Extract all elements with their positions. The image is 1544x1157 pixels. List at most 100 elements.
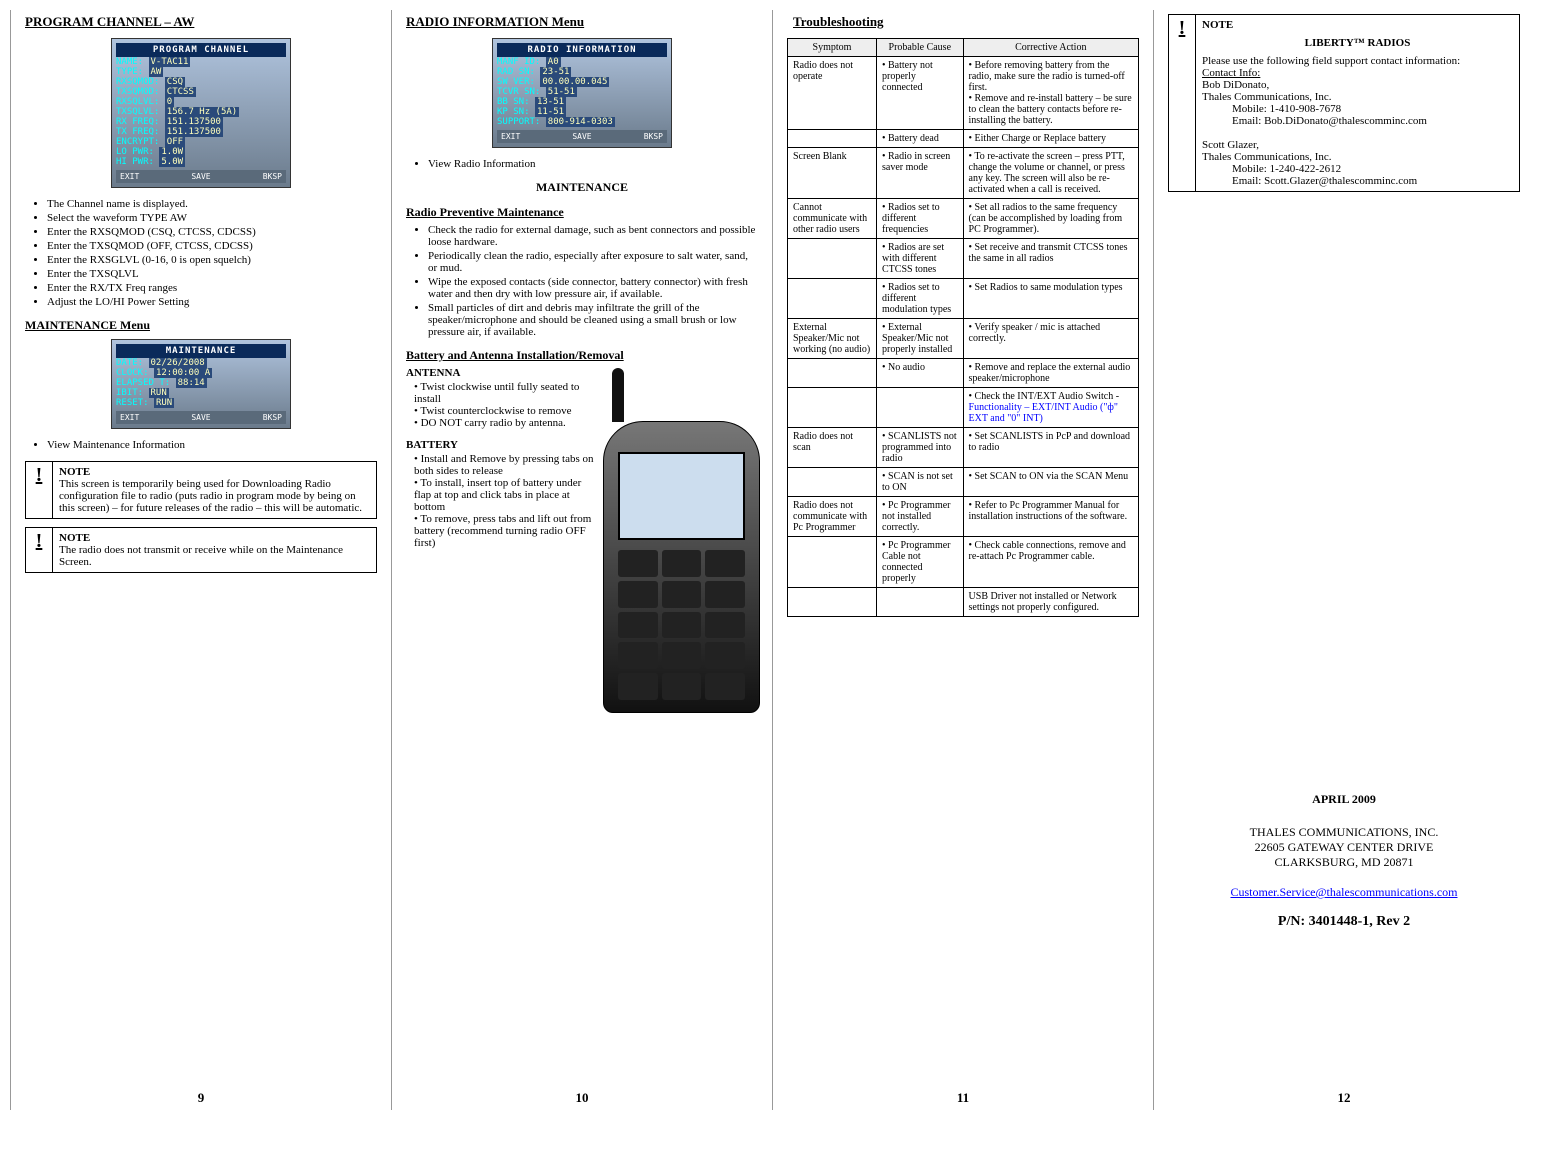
contact-info-label: Contact Info: bbox=[1202, 67, 1513, 79]
list-item: Install and Remove by pressing tabs on b… bbox=[414, 453, 595, 477]
page-9: PROGRAM CHANNEL – AW PROGRAM CHANNEL NAM… bbox=[10, 10, 391, 1110]
softkey-bksp: BKSP bbox=[263, 172, 282, 181]
date: APRIL 2009 bbox=[1168, 792, 1520, 807]
part-number: P/N: 3401448-1, Rev 2 bbox=[1168, 914, 1520, 930]
list-item: DO NOT carry radio by antenna. bbox=[414, 417, 595, 429]
list-item: View Maintenance Information bbox=[47, 439, 377, 451]
list-item: Check the radio for external damage, suc… bbox=[428, 224, 758, 248]
th-action: Corrective Action bbox=[963, 39, 1138, 57]
list-item: Enter the RXSGLVL (0-16, 0 is open squel… bbox=[47, 254, 377, 266]
contact-org: Thales Communications, Inc. bbox=[1202, 151, 1513, 163]
softkey-exit: EXIT bbox=[120, 172, 139, 181]
exclaim-icon: ! bbox=[26, 528, 53, 572]
troubleshooting-table: Symptom Probable Cause Corrective Action… bbox=[787, 38, 1139, 617]
page-number: 12 bbox=[1154, 1090, 1534, 1106]
table-row: Radio does not scan• SCANLISTS not progr… bbox=[788, 428, 1139, 468]
list-item: Wipe the exposed contacts (side connecto… bbox=[428, 276, 758, 300]
table-row: Radio does not operate• Battery not prop… bbox=[788, 57, 1139, 130]
softkey-bksp: BKSP bbox=[644, 132, 663, 141]
maintenance-heading: MAINTENANCE bbox=[406, 180, 758, 195]
handheld-radio-image bbox=[603, 421, 760, 713]
contact-org: Thales Communications, Inc. bbox=[1202, 91, 1513, 103]
table-row: Radio does not communicate with Pc Progr… bbox=[788, 497, 1139, 537]
customer-service-email[interactable]: Customer.Service@thalescommunications.co… bbox=[1230, 885, 1457, 899]
table-row: • Radios are set with different CTCSS to… bbox=[788, 239, 1139, 279]
table-row: External Speaker/Mic not working (no aud… bbox=[788, 319, 1139, 359]
company-name: THALES COMMUNICATIONS, INC. bbox=[1168, 825, 1520, 840]
note-box-2: ! NOTE The radio does not transmit or re… bbox=[25, 527, 377, 573]
page-number: 11 bbox=[773, 1090, 1153, 1106]
screen-title: PROGRAM CHANNEL bbox=[116, 43, 286, 57]
company-addr1: 22605 GATEWAY CENTER DRIVE bbox=[1168, 840, 1520, 855]
page-12: ! NOTE LIBERTY™ RADIOS Please use the fo… bbox=[1153, 10, 1534, 1110]
list-item: Adjust the LO/HI Power Setting bbox=[47, 296, 377, 308]
softkey-bksp: BKSP bbox=[263, 413, 282, 422]
contact-mobile: Mobile: 1-240-422-2612 bbox=[1232, 163, 1513, 175]
antenna-list: Twist clockwise until fully seated to in… bbox=[414, 381, 595, 429]
table-row: USB Driver not installed or Network sett… bbox=[788, 588, 1139, 617]
table-row: • SCAN is not set to ON• Set SCAN to ON … bbox=[788, 468, 1139, 497]
radio-info-screen: RADIO INFORMATION MANF ID: A0RAD SN: 23-… bbox=[492, 38, 672, 148]
note-body: The radio does not transmit or receive w… bbox=[59, 544, 343, 568]
table-row: • Battery dead• Either Charge or Replace… bbox=[788, 130, 1139, 148]
note-title: NOTE bbox=[59, 466, 90, 478]
page-10: RADIO INFORMATION Menu RADIO INFORMATION… bbox=[391, 10, 772, 1110]
troubleshooting-title: Troubleshooting bbox=[793, 14, 1139, 30]
note-box-1: ! NOTE This screen is temporarily being … bbox=[25, 461, 377, 519]
contact-name: Scott Glazer, bbox=[1202, 139, 1513, 151]
list-item: View Radio Information bbox=[428, 158, 758, 170]
exclaim-icon: ! bbox=[1169, 15, 1196, 191]
battery-title: BATTERY bbox=[406, 439, 595, 451]
note-body: This screen is temporarily being used fo… bbox=[59, 478, 362, 514]
list-item: To remove, press tabs and lift out from … bbox=[414, 513, 595, 549]
screen-title: RADIO INFORMATION bbox=[497, 43, 667, 57]
table-row: • Pc Programmer Cable not connected prop… bbox=[788, 537, 1139, 588]
radio-info-steps: View Radio Information bbox=[428, 158, 758, 170]
note-title: NOTE bbox=[1202, 19, 1513, 31]
contact-name: Bob DiDonato, bbox=[1202, 79, 1513, 91]
softkey-exit: EXIT bbox=[120, 413, 139, 422]
preventive-list: Check the radio for external damage, suc… bbox=[428, 224, 758, 338]
program-channel-title: PROGRAM CHANNEL – AW bbox=[25, 14, 377, 30]
list-item: To install, insert top of battery under … bbox=[414, 477, 595, 513]
list-item: The Channel name is displayed. bbox=[47, 198, 377, 210]
page-11: Troubleshooting Symptom Probable Cause C… bbox=[772, 10, 1153, 1110]
table-row: • No audio• Remove and replace the exter… bbox=[788, 359, 1139, 388]
softkey-save: SAVE bbox=[191, 172, 210, 181]
maintenance-screen: MAINTENANCE DATE: 02/26/2008CLOCK: 12:00… bbox=[111, 339, 291, 429]
softkey-exit: EXIT bbox=[501, 132, 520, 141]
program-channel-steps: The Channel name is displayed. Select the… bbox=[47, 198, 377, 308]
table-row: • Radios set to different modulation typ… bbox=[788, 279, 1139, 319]
exclaim-icon: ! bbox=[26, 462, 53, 518]
program-channel-screen: PROGRAM CHANNEL NAME: V-TAC11TYPE: AWRXS… bbox=[111, 38, 291, 188]
list-item: Enter the TXSQMOD (OFF, CTCSS, CDCSS) bbox=[47, 240, 377, 252]
th-symptom: Symptom bbox=[788, 39, 877, 57]
list-item: Select the waveform TYPE AW bbox=[47, 212, 377, 224]
page-number: 9 bbox=[11, 1090, 391, 1106]
softkey-save: SAVE bbox=[191, 413, 210, 422]
maintenance-menu-title: MAINTENANCE Menu bbox=[25, 318, 377, 333]
list-item: Twist counterclockwise to remove bbox=[414, 405, 595, 417]
th-cause: Probable Cause bbox=[877, 39, 964, 57]
page-number: 10 bbox=[392, 1090, 772, 1106]
screen-title: MAINTENANCE bbox=[116, 344, 286, 358]
antenna-title: ANTENNA bbox=[406, 367, 595, 379]
company-block: APRIL 2009 THALES COMMUNICATIONS, INC. 2… bbox=[1168, 792, 1520, 930]
battery-list: Install and Remove by pressing tabs on b… bbox=[414, 453, 595, 549]
table-row: Cannot communicate with other radio user… bbox=[788, 199, 1139, 239]
battery-antenna-title: Battery and Antenna Installation/Removal bbox=[406, 348, 758, 363]
list-item: Enter the RXSQMOD (CSQ, CTCSS, CDCSS) bbox=[47, 226, 377, 238]
radio-info-title: RADIO INFORMATION Menu bbox=[406, 14, 758, 30]
list-item: Enter the TXSQLVL bbox=[47, 268, 377, 280]
list-item: Twist clockwise until fully seated to in… bbox=[414, 381, 595, 405]
maintenance-steps: View Maintenance Information bbox=[47, 439, 377, 451]
liberty-heading: LIBERTY™ RADIOS bbox=[1202, 37, 1513, 49]
preventive-maintenance-title: Radio Preventive Maintenance bbox=[406, 205, 758, 220]
contact-mobile: Mobile: 1-410-908-7678 bbox=[1232, 103, 1513, 115]
table-row: • Check the INT/EXT Audio Switch - Funct… bbox=[788, 388, 1139, 428]
note-title: NOTE bbox=[59, 532, 90, 544]
list-item: Enter the RX/TX Freq ranges bbox=[47, 282, 377, 294]
company-addr2: CLARKSBURG, MD 20871 bbox=[1168, 855, 1520, 870]
contact-email: Email: Scott.Glazer@thalescomminc.com bbox=[1232, 175, 1513, 187]
list-item: Small particles of dirt and debris may i… bbox=[428, 302, 758, 338]
